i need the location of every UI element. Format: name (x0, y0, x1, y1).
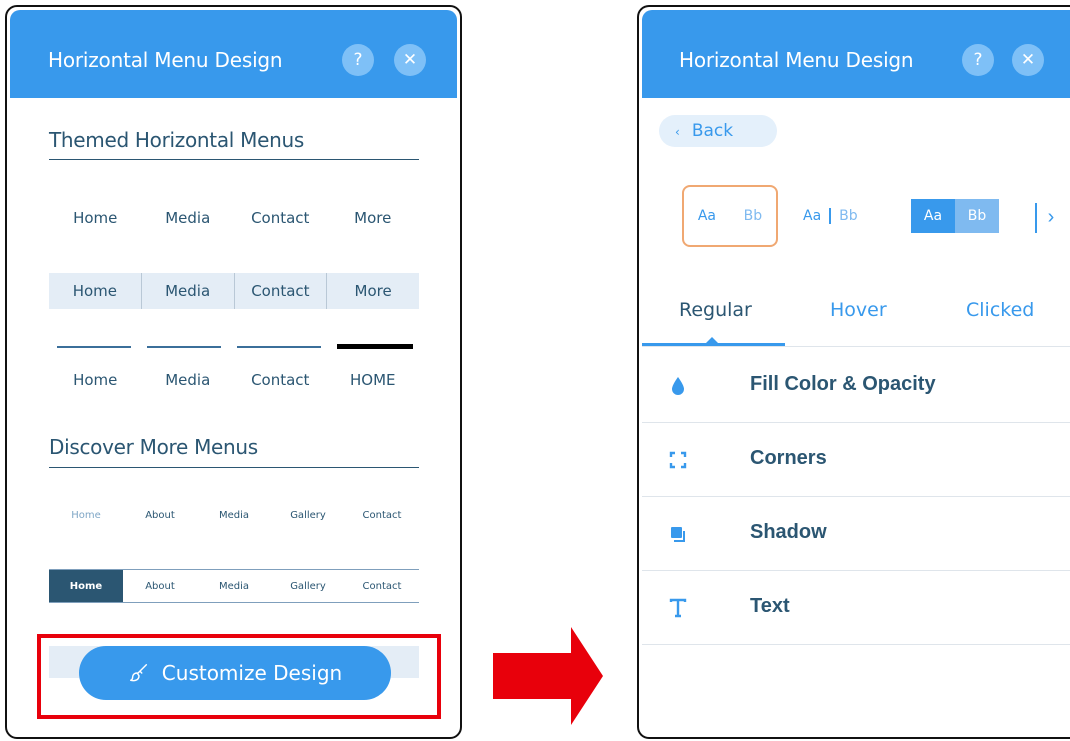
preset-sample-b: Bb (743, 208, 763, 224)
option-label: Corners (750, 447, 827, 469)
tab-regular[interactable]: Regular (679, 299, 752, 321)
state-tabs: Regular Hover Clicked (642, 287, 1070, 347)
menu-underline-active (337, 344, 413, 349)
section-divider (49, 467, 419, 468)
menu-item: Home (73, 371, 118, 389)
back-button[interactable]: ‹ Back (659, 115, 777, 147)
tab-hover[interactable]: Hover (830, 299, 887, 321)
menu-item: Home (71, 510, 101, 521)
menu-item: Gallery (290, 510, 326, 521)
option-label: Text (750, 595, 790, 617)
menu-item: About (145, 510, 175, 521)
menu-item: Media (218, 510, 250, 521)
menu-item: About (145, 581, 175, 592)
text-icon (669, 598, 687, 618)
panel-header: Horizontal Menu Design ? ✕ (10, 10, 457, 98)
shadow-icon (671, 527, 685, 542)
themed-menu-option-2[interactable]: Home Media Contact More (49, 273, 419, 309)
menu-underline (147, 346, 221, 348)
preset-sample-a: Aa (911, 199, 955, 233)
menu-item: More (354, 282, 392, 300)
menu-item: Home (49, 273, 142, 309)
menu-underline (237, 346, 321, 348)
menu-item: Contact (251, 209, 310, 227)
help-button[interactable]: ? (342, 44, 374, 76)
active-tab-indicator (642, 343, 785, 346)
discover-menu-option-1[interactable]: Home About Media Gallery Contact (49, 499, 419, 533)
menu-item: Contact (362, 510, 402, 521)
chevron-right-icon[interactable]: › (1035, 203, 1065, 233)
preset-sample-b: Bb (955, 199, 999, 233)
menu-design-panel-right: Horizontal Menu Design ? ✕ ‹ Back Aa Bb A… (637, 5, 1070, 739)
section-divider (49, 159, 419, 160)
menu-item: Media (218, 581, 250, 592)
menu-item-active: Home (49, 570, 123, 602)
corners-icon (669, 451, 687, 469)
menu-item: HOME (349, 371, 396, 389)
design-preset[interactable]: Aa Bb (911, 185, 1001, 247)
help-button[interactable]: ? (962, 44, 994, 76)
highlight-box (37, 634, 441, 719)
option-label: Shadow (750, 521, 827, 543)
preset-sample-b: Bb (839, 208, 858, 224)
menu-design-panel-left: Horizontal Menu Design ? ✕ Themed Horizo… (5, 5, 462, 739)
panel-title: Horizontal Menu Design (48, 48, 283, 72)
menu-item: Contact (235, 273, 328, 309)
active-tab-caret (706, 337, 718, 343)
menu-item: Contact (251, 371, 310, 389)
shadow-option[interactable]: Shadow (642, 497, 1070, 571)
close-button[interactable]: ✕ (394, 44, 426, 76)
preset-sample-a: Aa (803, 208, 832, 224)
option-label: Fill Color & Opacity (750, 373, 936, 395)
themed-menus-heading: Themed Horizontal Menus (49, 128, 304, 152)
panel-header: Horizontal Menu Design ? ✕ (642, 10, 1070, 98)
close-button[interactable]: ✕ (1012, 44, 1044, 76)
fill-color-opacity-option[interactable]: Fill Color & Opacity (642, 349, 1070, 423)
panel-title: Horizontal Menu Design (679, 48, 914, 72)
arrow-right-icon (493, 627, 603, 725)
preset-sample-a: Aa (697, 208, 716, 224)
menu-item: Media (142, 273, 235, 309)
menu-underline (57, 346, 131, 348)
text-option[interactable]: Text (642, 571, 1070, 645)
menu-item: Home (73, 209, 118, 227)
themed-menu-option-1[interactable]: Home Media Contact More (49, 200, 419, 236)
droplet-icon (672, 377, 684, 395)
design-preset[interactable]: Aa Bb (803, 185, 883, 247)
discover-menus-heading: Discover More Menus (49, 435, 258, 459)
menu-item: Gallery (290, 581, 326, 592)
menu-item: Media (165, 371, 211, 389)
tab-clicked[interactable]: Clicked (966, 299, 1034, 321)
discover-menu-option-2[interactable]: Home About Media Gallery Contact (49, 569, 419, 603)
back-label: Back (691, 121, 734, 141)
corners-option[interactable]: Corners (642, 423, 1070, 497)
menu-item: More (354, 209, 392, 227)
themed-menu-option-3[interactable]: Home Media Contact HOME (49, 362, 419, 398)
menu-item: Contact (362, 581, 402, 592)
chevron-left-icon: ‹ (675, 125, 680, 139)
design-preset-selected[interactable]: Aa Bb (682, 185, 778, 247)
menu-item: Media (165, 209, 211, 227)
